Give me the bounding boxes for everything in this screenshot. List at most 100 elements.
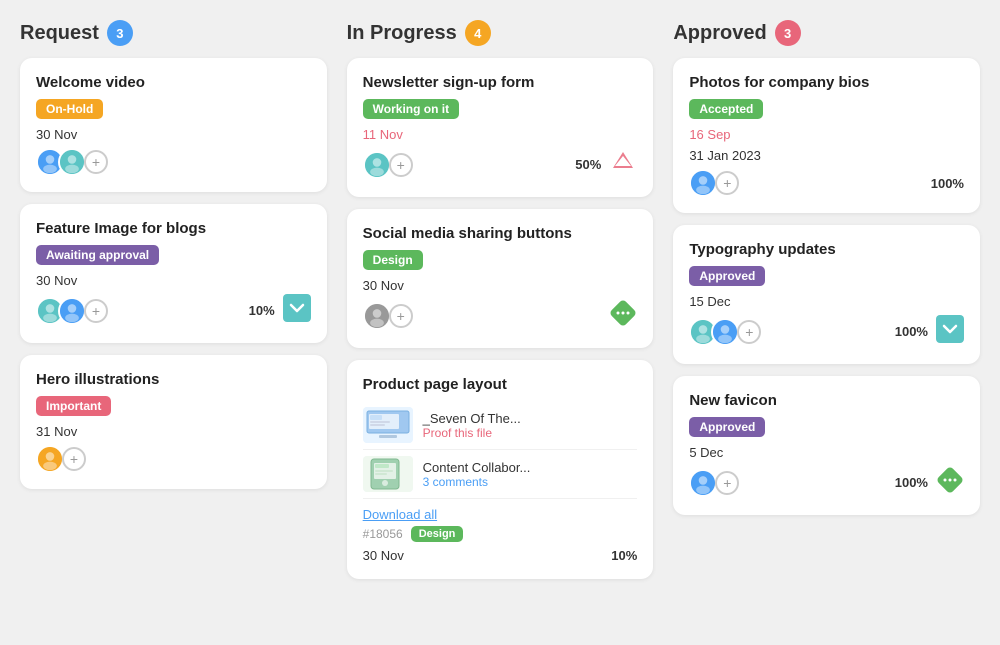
avatar [363,302,391,330]
card-date2: 31 Jan 2023 [689,148,964,163]
card-photos-company: Photos for company bios Accepted 16 Sep 31 … [673,58,980,213]
card-title: Photos for company bios [689,74,964,91]
card-tag: Approved [689,266,765,286]
card-hero-illustrations: Hero illustrations Important 31 Nov + [20,355,327,489]
avatar-group: + [363,151,413,179]
column-title: Request [20,22,99,45]
card-date: 30 Nov [36,127,311,142]
dots-diamond-icon [936,466,964,499]
card-date: 31 Nov [36,424,311,439]
card-footer: +100% [689,315,964,348]
column-badge: 3 [107,20,133,46]
add-assignee-button[interactable]: + [84,150,108,174]
add-assignee-button[interactable]: + [389,304,413,328]
add-assignee-button[interactable]: + [715,471,739,495]
file-thumbnail [363,407,413,443]
column-badge: 3 [775,20,801,46]
file-name: Content Collabor... [423,460,638,475]
card-title: Welcome video [36,74,311,91]
add-assignee-button[interactable]: + [62,447,86,471]
column-approved: Approved 3 Photos for company bios Accepted… [673,20,980,591]
card-title: Typography updates [689,241,964,258]
file-item: _Seven Of The...Proof this file [363,401,638,450]
card-date: 5 Dec [689,445,964,460]
avatar-group: + [36,148,108,176]
card-tag: Important [36,396,111,416]
card-title: Feature Image for blogs [36,220,311,237]
card-date: 11 Nov [363,127,638,142]
card-product-page: Product page layout _Seven Of The...Proo… [347,360,654,579]
card-date: 16 Sep [689,127,964,142]
avatar-group: + [689,169,739,197]
arrow-up-icon [609,148,637,181]
avatar [689,469,717,497]
card-date: 30 Nov [363,278,638,293]
card-footer: + [363,299,638,332]
avatar-group: + [36,297,108,325]
column-header: Approved 3 [673,20,980,46]
card-social-media: Social media sharing buttonsDesign30 Nov… [347,209,654,348]
card-percent: 100% [895,475,928,490]
card-actions: 10% [249,294,311,327]
avatar [58,297,86,325]
avatar [711,318,739,346]
file-name: _Seven Of The... [423,411,638,426]
card-footer: +100% [689,466,964,499]
column-title: Approved [673,22,766,45]
card-footer: +100% [689,169,964,197]
dots-diamond-icon [609,299,637,332]
card-tag: Accepted [689,99,763,119]
card-date: 30 Nov [36,273,311,288]
card-welcome-video: Welcome video On-Hold 30 Nov + [20,58,327,192]
download-all-link[interactable]: Download all [363,507,638,522]
chevron-down-icon [283,294,311,327]
add-assignee-button[interactable]: + [389,153,413,177]
card-actions: 100% [931,176,964,191]
kanban-board: Request3Welcome videoOn-Hold30 Nov +Feat… [20,20,980,591]
card-percent: 100% [895,324,928,339]
add-assignee-button[interactable]: + [737,320,761,344]
card-footer: 30 Nov10% [363,548,638,563]
card-footer: + [36,445,311,473]
file-action[interactable]: Proof this file [423,426,638,440]
card-actions: 50% [575,148,637,181]
column-header: Request 3 [20,20,327,46]
card-actions [609,299,637,332]
card-date: 15 Dec [689,294,964,309]
column-header: In Progress4 [347,20,654,46]
file-thumbnail [363,456,413,492]
card-tag: Working on it [363,99,459,119]
add-assignee-button[interactable]: + [715,171,739,195]
file-info: _Seven Of The...Proof this file [423,411,638,440]
card-title: Product page layout [363,376,638,393]
card-percent: 100% [931,176,964,191]
avatar [58,148,86,176]
card-typography: Typography updates Approved 15 Dec +100% [673,225,980,364]
card-hash: #18056 [363,527,403,541]
file-tag: Design [411,526,464,542]
avatar-group: + [689,469,739,497]
card-feature-image: Feature Image for blogs Awaiting approval… [20,204,327,343]
card-tag: Awaiting approval [36,245,159,265]
column-title: In Progress [347,22,457,45]
card-tag: On-Hold [36,99,103,119]
card-meta: #18056 Design [363,526,638,542]
card-title: Newsletter sign-up form [363,74,638,91]
avatar [689,169,717,197]
card-new-favicon: New faviconApproved5 Dec +100% [673,376,980,515]
card-percent: 10% [249,303,275,318]
avatar-group: + [689,318,761,346]
card-footer: +50% [363,148,638,181]
file-comments[interactable]: 3 comments [423,475,638,489]
add-assignee-button[interactable]: + [84,299,108,323]
card-title: Hero illustrations [36,371,311,388]
avatar-group: + [363,302,413,330]
card-footer: +10% [36,294,311,327]
card-percent: 10% [611,548,637,563]
card-actions: 100% [895,315,964,348]
card-newsletter: Newsletter sign-up form Working on it 11 N… [347,58,654,197]
chevron-down-icon [936,315,964,348]
card-footer: + [36,148,311,176]
file-info: Content Collabor...3 comments [423,460,638,489]
avatar [363,151,391,179]
